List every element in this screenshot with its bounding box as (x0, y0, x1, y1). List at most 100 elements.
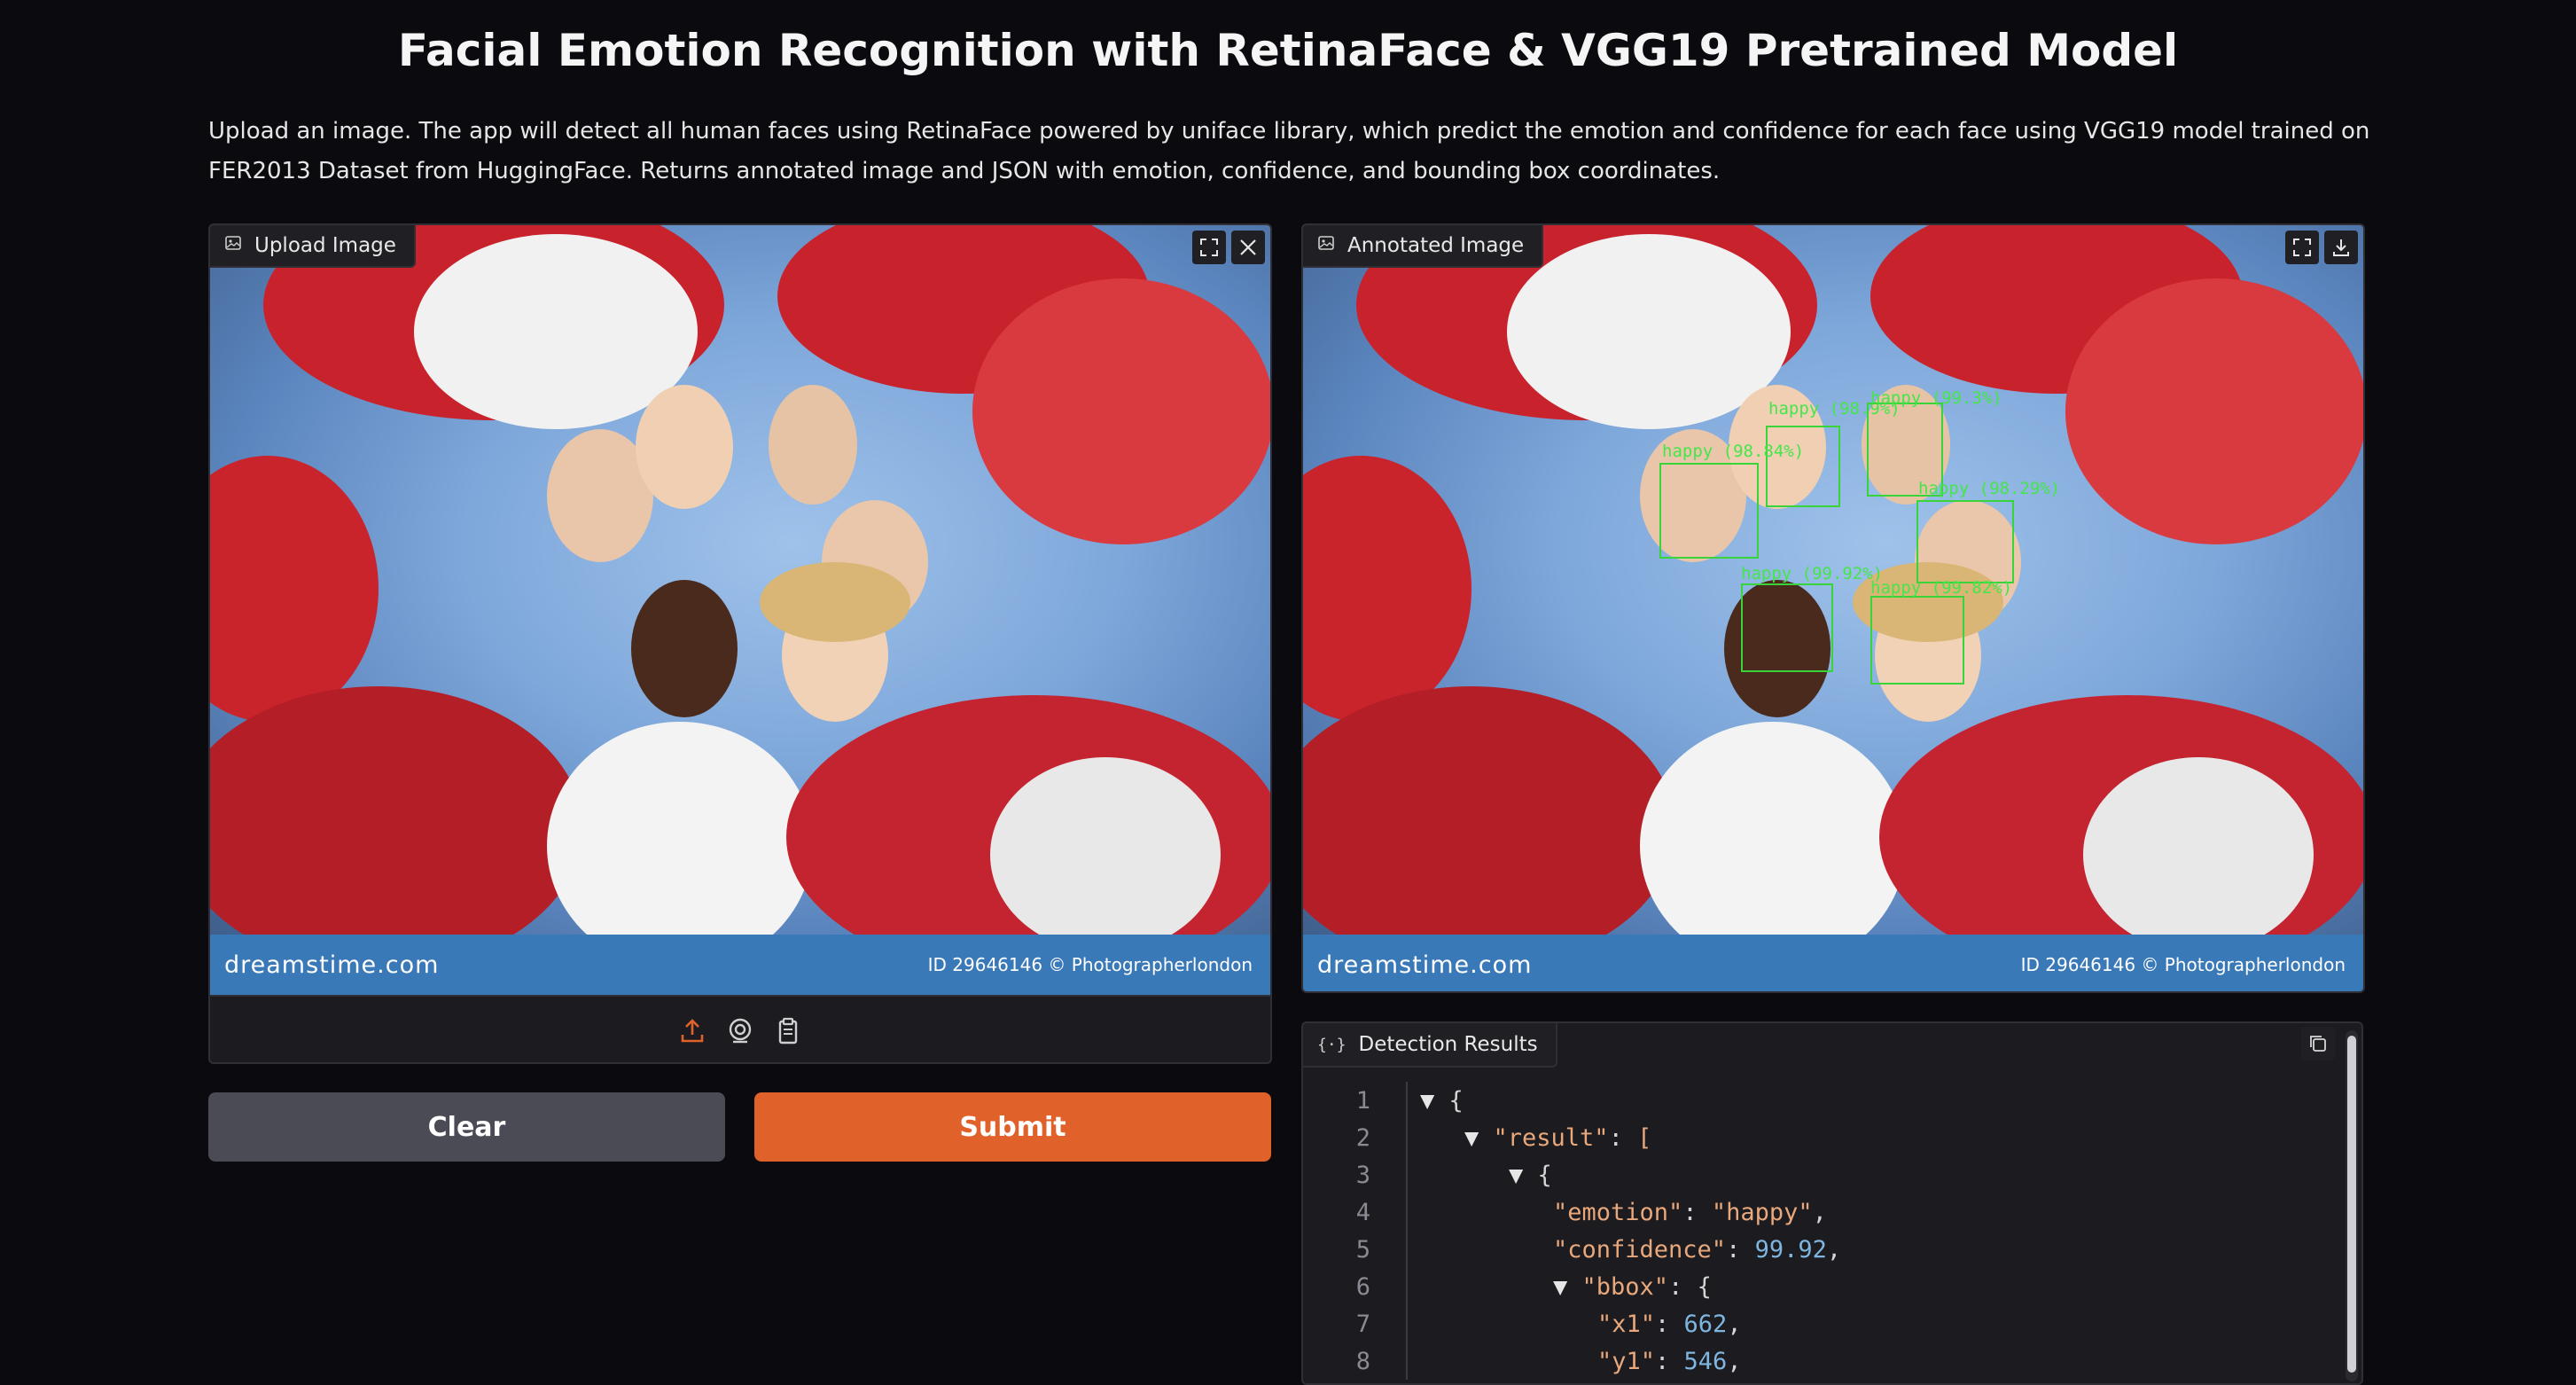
watermark-logo: dreamstime.com (224, 951, 440, 979)
code-token: "result" (1493, 1123, 1609, 1152)
code-token: "y1" (1597, 1347, 1656, 1375)
code-token: , (1727, 1310, 1742, 1338)
code-token: : (1668, 1272, 1698, 1301)
code-token: : (1655, 1310, 1684, 1338)
watermark-id: ID 29646146 © Photographerlondon (2020, 954, 2346, 975)
json-viewer[interactable]: 1 ▼ {2 ▼ "result": [3 ▼ {4 "emotion": "happy… (1303, 1082, 2322, 1380)
collapse-toggle-icon[interactable]: ▼ (1509, 1162, 1538, 1189)
code-token: "emotion" (1553, 1198, 1683, 1226)
face-bbox (1870, 596, 1964, 685)
code-token: 99.92 (1754, 1235, 1827, 1264)
upload-image-label-text: Upload Image (254, 234, 396, 257)
clear-button[interactable]: Clear (208, 1092, 725, 1162)
clipboard-icon[interactable] (774, 1017, 802, 1049)
input-image (210, 225, 1270, 935)
collapse-toggle-icon[interactable]: ▼ (1420, 1087, 1449, 1115)
copy-icon[interactable] (2301, 1027, 2335, 1060)
code-token: { (1697, 1272, 1712, 1301)
face-bbox-label: happy (99.3%) (1870, 388, 2002, 408)
scrollbar-thumb[interactable] (2347, 1036, 2356, 1373)
upload-image-label: Upload Image (210, 225, 416, 268)
detection-results-label: {·} Detection Results (1303, 1023, 1557, 1068)
code-line: 5 "confidence": 99.92, (1303, 1231, 2322, 1268)
collapse-toggle-icon[interactable]: ▼ (1464, 1124, 1494, 1152)
image-icon (224, 234, 242, 257)
line-number: 3 (1355, 1161, 1370, 1189)
code-gutter (1370, 1342, 1408, 1380)
code-token: 662 (1683, 1310, 1728, 1338)
line-number: 2 (1355, 1123, 1370, 1152)
code-gutter (1370, 1268, 1408, 1305)
code-token: "happy" (1711, 1198, 1813, 1226)
collapse-toggle-icon[interactable]: ▼ (1553, 1273, 1582, 1301)
code-token: 546 (1683, 1347, 1728, 1375)
annotated-image-label: Annotated Image (1303, 225, 1544, 268)
face-bbox-label: happy (99.82%) (1870, 578, 2013, 598)
face-bbox (1659, 463, 1759, 559)
code-text: "confidence": 99.92, (1408, 1236, 1841, 1264)
upload-image-panel[interactable]: Upload Image dreamstime.com ID 29646146 … (208, 223, 1272, 1064)
code-line: 7 "x1": 662, (1303, 1305, 2322, 1342)
code-token: , (1826, 1235, 1842, 1264)
code-token: [ (1637, 1123, 1652, 1152)
annotated-image-panel: happy (98.9%) happy (99.3%) happy (98.84… (1301, 223, 2365, 993)
code-text: ▼ "bbox": { (1408, 1273, 1712, 1301)
code-token: "x1" (1597, 1310, 1656, 1338)
code-line: 4 "emotion": "happy", (1303, 1193, 2322, 1231)
code-text: "emotion": "happy", (1408, 1199, 1827, 1226)
line-number: 8 (1355, 1347, 1370, 1375)
json-icon: {·} (1317, 1035, 1347, 1054)
watermark-bar: dreamstime.com ID 29646146 © Photographe… (210, 935, 1270, 995)
code-gutter (1370, 1231, 1408, 1268)
code-token: { (1537, 1161, 1552, 1189)
code-text: ▼ { (1408, 1087, 1464, 1115)
code-token: "bbox" (1581, 1272, 1669, 1301)
close-icon[interactable] (1231, 231, 1265, 264)
code-gutter (1370, 1119, 1408, 1156)
scrollbar[interactable] (2346, 1030, 2358, 1381)
face-bbox-label: happy (99.92%) (1741, 564, 1884, 583)
image-icon (1317, 234, 1335, 257)
code-token: : (1726, 1235, 1755, 1264)
code-token: : (1682, 1198, 1712, 1226)
code-token: , (1812, 1198, 1827, 1226)
code-gutter (1370, 1156, 1408, 1193)
code-token: { (1448, 1086, 1464, 1115)
download-icon[interactable] (2324, 231, 2358, 264)
code-gutter (1370, 1193, 1408, 1231)
watermark-id: ID 29646146 © Photographerlondon (927, 954, 1253, 975)
fullscreen-icon[interactable] (2285, 231, 2319, 264)
code-line: 2 ▼ "result": [ (1303, 1119, 2322, 1156)
face-bbox-label: happy (98.29%) (1918, 479, 2061, 498)
detection-results-label-text: Detection Results (1358, 1033, 1538, 1056)
face-bbox (1916, 500, 2014, 583)
code-line: 6 ▼ "bbox": { (1303, 1268, 2322, 1305)
face-bbox-label: happy (98.84%) (1662, 442, 1805, 461)
code-gutter (1370, 1305, 1408, 1342)
watermark-logo: dreamstime.com (1317, 951, 1533, 979)
source-selector (210, 995, 1270, 1062)
code-text: ▼ { (1408, 1162, 1552, 1189)
code-text: "x1": 662, (1408, 1311, 1742, 1338)
annotated-image: happy (98.9%) happy (99.3%) happy (98.84… (1303, 225, 2363, 935)
code-token: : (1655, 1347, 1684, 1375)
fullscreen-icon[interactable] (1192, 231, 1226, 264)
upload-icon[interactable] (678, 1017, 706, 1049)
detection-results-panel: {·} Detection Results 1 ▼ { 2 ▼ "result": [… (1301, 1021, 2363, 1385)
line-number: 4 (1355, 1198, 1370, 1226)
webcam-icon[interactable] (726, 1017, 754, 1049)
face-bbox (1741, 583, 1833, 672)
annotated-image-label-text: Annotated Image (1347, 234, 1525, 257)
code-token: : (1608, 1123, 1638, 1152)
code-token: , (1727, 1347, 1742, 1375)
submit-button[interactable]: Submit (754, 1092, 1271, 1162)
watermark-bar: dreamstime.com ID 29646146 © Photographe… (1303, 935, 2363, 991)
line-number: 6 (1355, 1272, 1370, 1301)
code-token: "confidence" (1553, 1235, 1727, 1264)
line-number: 7 (1355, 1310, 1370, 1338)
face-bbox (1766, 426, 1840, 507)
code-gutter (1370, 1082, 1408, 1119)
page-title: Facial Emotion Recognition with RetinaFa… (397, 25, 2179, 76)
code-line: 1 ▼ { (1303, 1082, 2322, 1119)
line-number: 5 (1355, 1235, 1370, 1264)
